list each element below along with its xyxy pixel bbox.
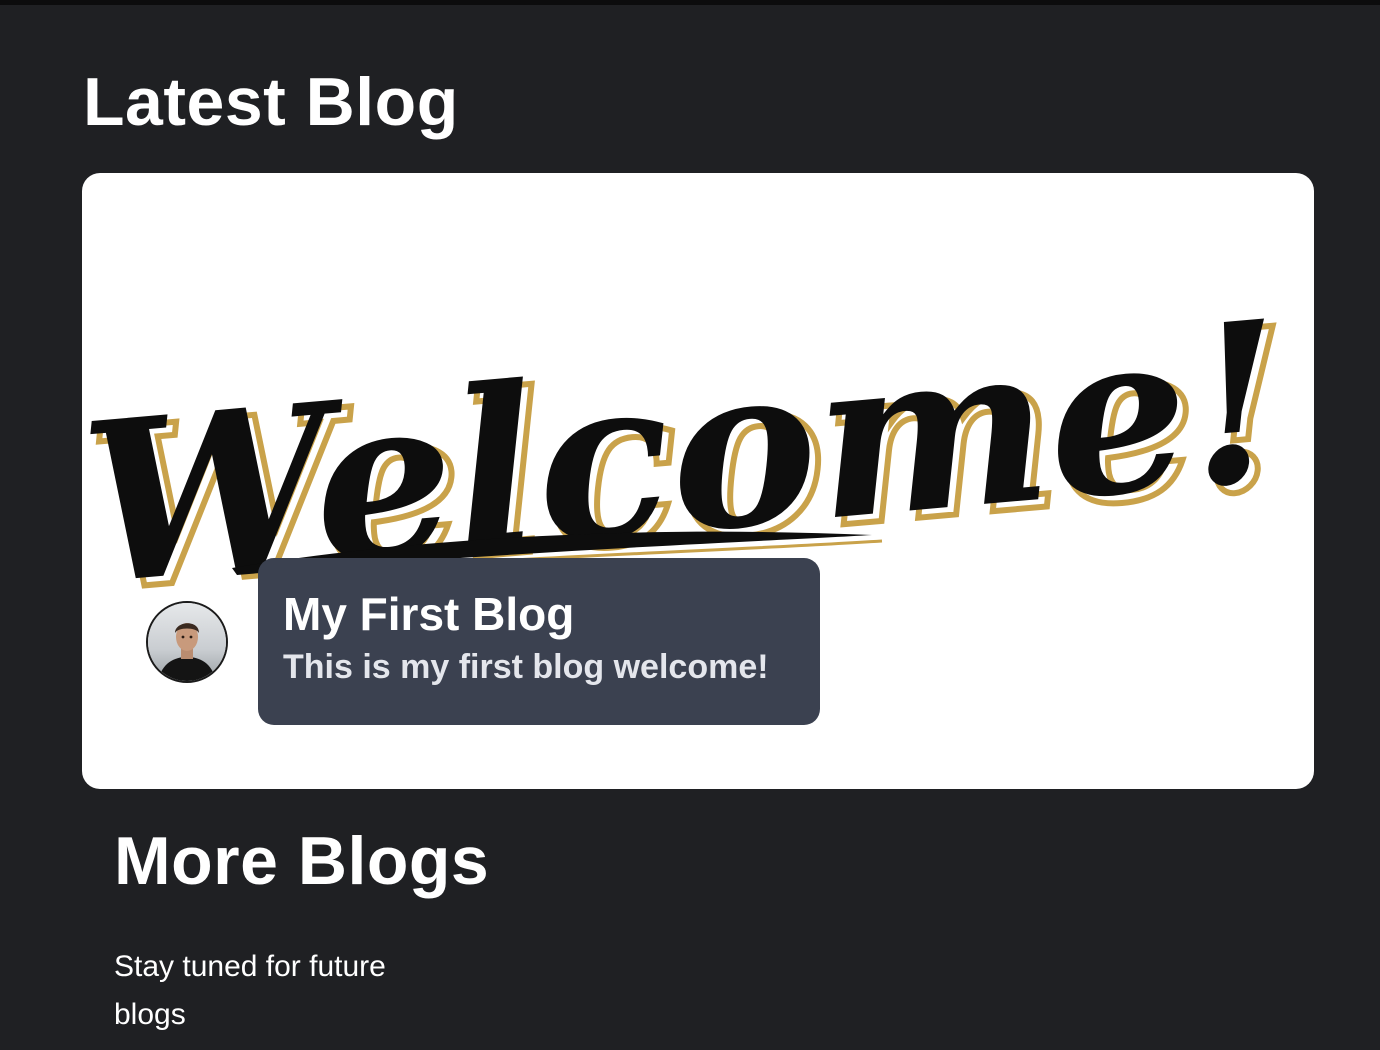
more-blogs-heading: More Blogs xyxy=(114,823,490,899)
author-avatar[interactable] xyxy=(146,601,228,683)
blog-caption-box[interactable]: My First Blog This is my first blog welc… xyxy=(258,558,820,725)
author-avatar-photo xyxy=(148,603,226,681)
future-blogs-message: Stay tuned for future blogs xyxy=(114,950,386,1031)
blog-post-description: This is my first blog welcome! xyxy=(283,648,769,686)
latest-blog-heading: Latest Blog xyxy=(83,64,459,140)
featured-blog-card[interactable]: Welcome! Welcome! My First Blog This is … xyxy=(82,173,1314,789)
blog-page: Latest Blog Welcome! Welcome! My First B… xyxy=(0,0,1380,1050)
top-edge-bar xyxy=(0,0,1380,5)
blog-post-title[interactable]: My First Blog xyxy=(283,588,796,640)
